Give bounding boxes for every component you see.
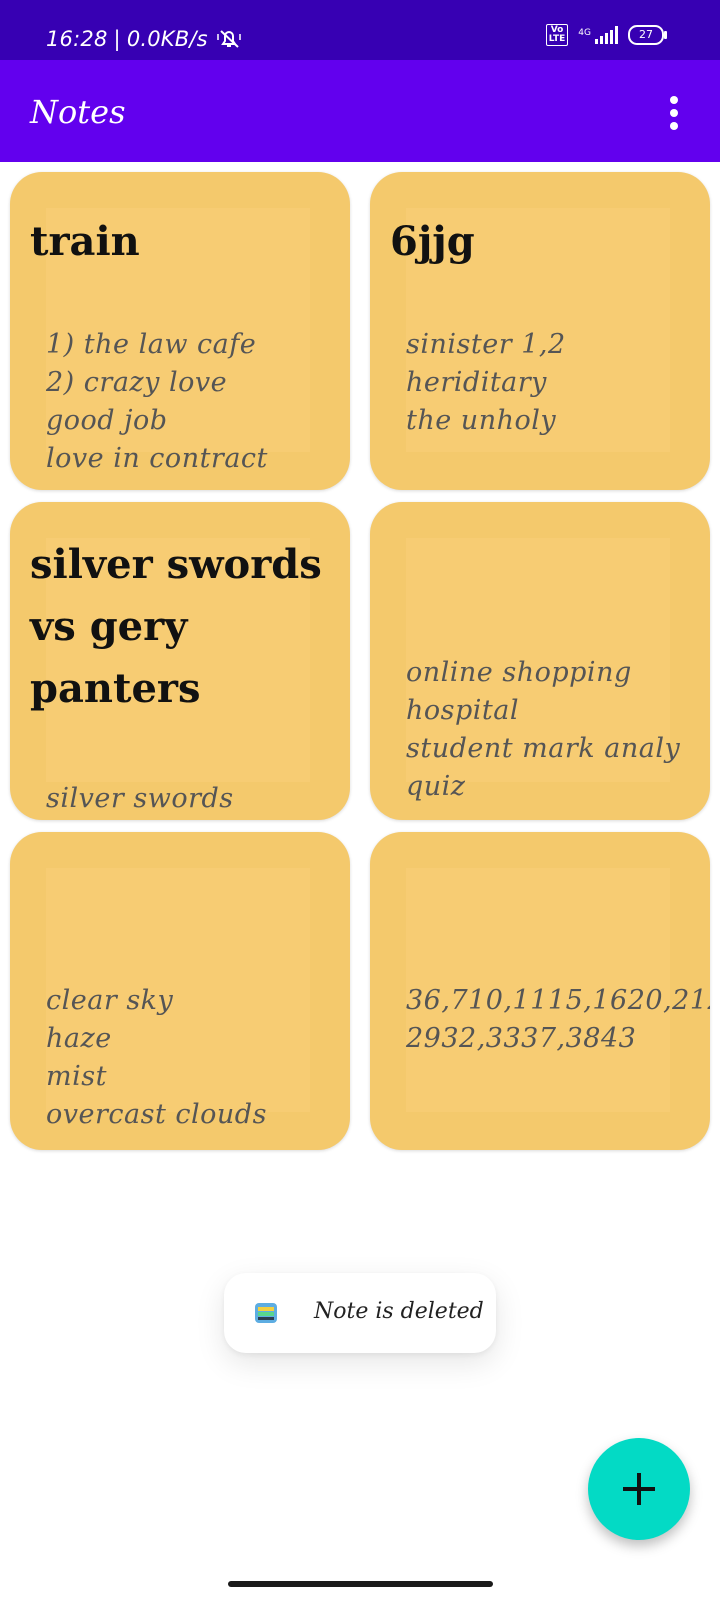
overflow-menu-icon[interactable]: [668, 96, 680, 130]
volte-badge: Vo LTE: [545, 24, 569, 46]
note-card[interactable]: 36,710,1115,1620,2128, 2932,3337,3843: [370, 832, 710, 1150]
status-bar: 16:28 | 0.0KB/s Vo LTE 4G 27: [0, 0, 720, 60]
note-body: clear sky haze mist overcast clouds: [46, 985, 267, 1130]
status-time: 16:28: [46, 27, 108, 51]
note-card[interactable]: online shopping hospital student mark an…: [370, 502, 710, 820]
battery-level: 27: [639, 28, 653, 41]
note-card[interactable]: train 1) the law cafe 2) crazy love good…: [10, 172, 350, 490]
note-title: silver swords vs gery panters: [30, 541, 322, 712]
note-title: 6jjg: [390, 218, 475, 265]
mute-icon: [217, 30, 241, 48]
signal-icon: [595, 26, 618, 44]
note-body: 1) the law cafe 2) crazy love good job l…: [46, 329, 268, 474]
note-body: online shopping hospital student mark an…: [406, 657, 681, 802]
app-bar: Notes: [0, 60, 720, 162]
toast: Note is deleted: [224, 1273, 496, 1353]
status-right: Vo LTE 4G 27: [545, 24, 667, 46]
note-body: sinister 1,2 heriditary the unholy: [406, 329, 566, 436]
note-card[interactable]: silver swords vs gery panters silver swo…: [10, 502, 350, 820]
note-body: silver swords: [46, 783, 234, 814]
gesture-nav-handle[interactable]: [228, 1581, 493, 1587]
app-title: Notes: [30, 93, 126, 131]
app-icon: [255, 1303, 277, 1323]
network-type: 4G: [578, 28, 591, 38]
status-speed: 0.0KB/s: [126, 27, 208, 51]
add-note-button[interactable]: [588, 1438, 690, 1540]
note-card[interactable]: clear sky haze mist overcast clouds: [10, 832, 350, 1150]
status-left: 16:28 | 0.0KB/s: [46, 27, 244, 51]
note-card[interactable]: 6jjg sinister 1,2 heriditary the unholy: [370, 172, 710, 490]
status-separator: |: [113, 27, 121, 51]
note-body: 36,710,1115,1620,2128, 2932,3337,3843: [406, 985, 710, 1054]
note-title: train: [30, 218, 140, 265]
toast-message: Note is deleted: [314, 1299, 484, 1324]
battery-icon: 27: [628, 25, 667, 45]
plus-icon: [623, 1473, 655, 1505]
